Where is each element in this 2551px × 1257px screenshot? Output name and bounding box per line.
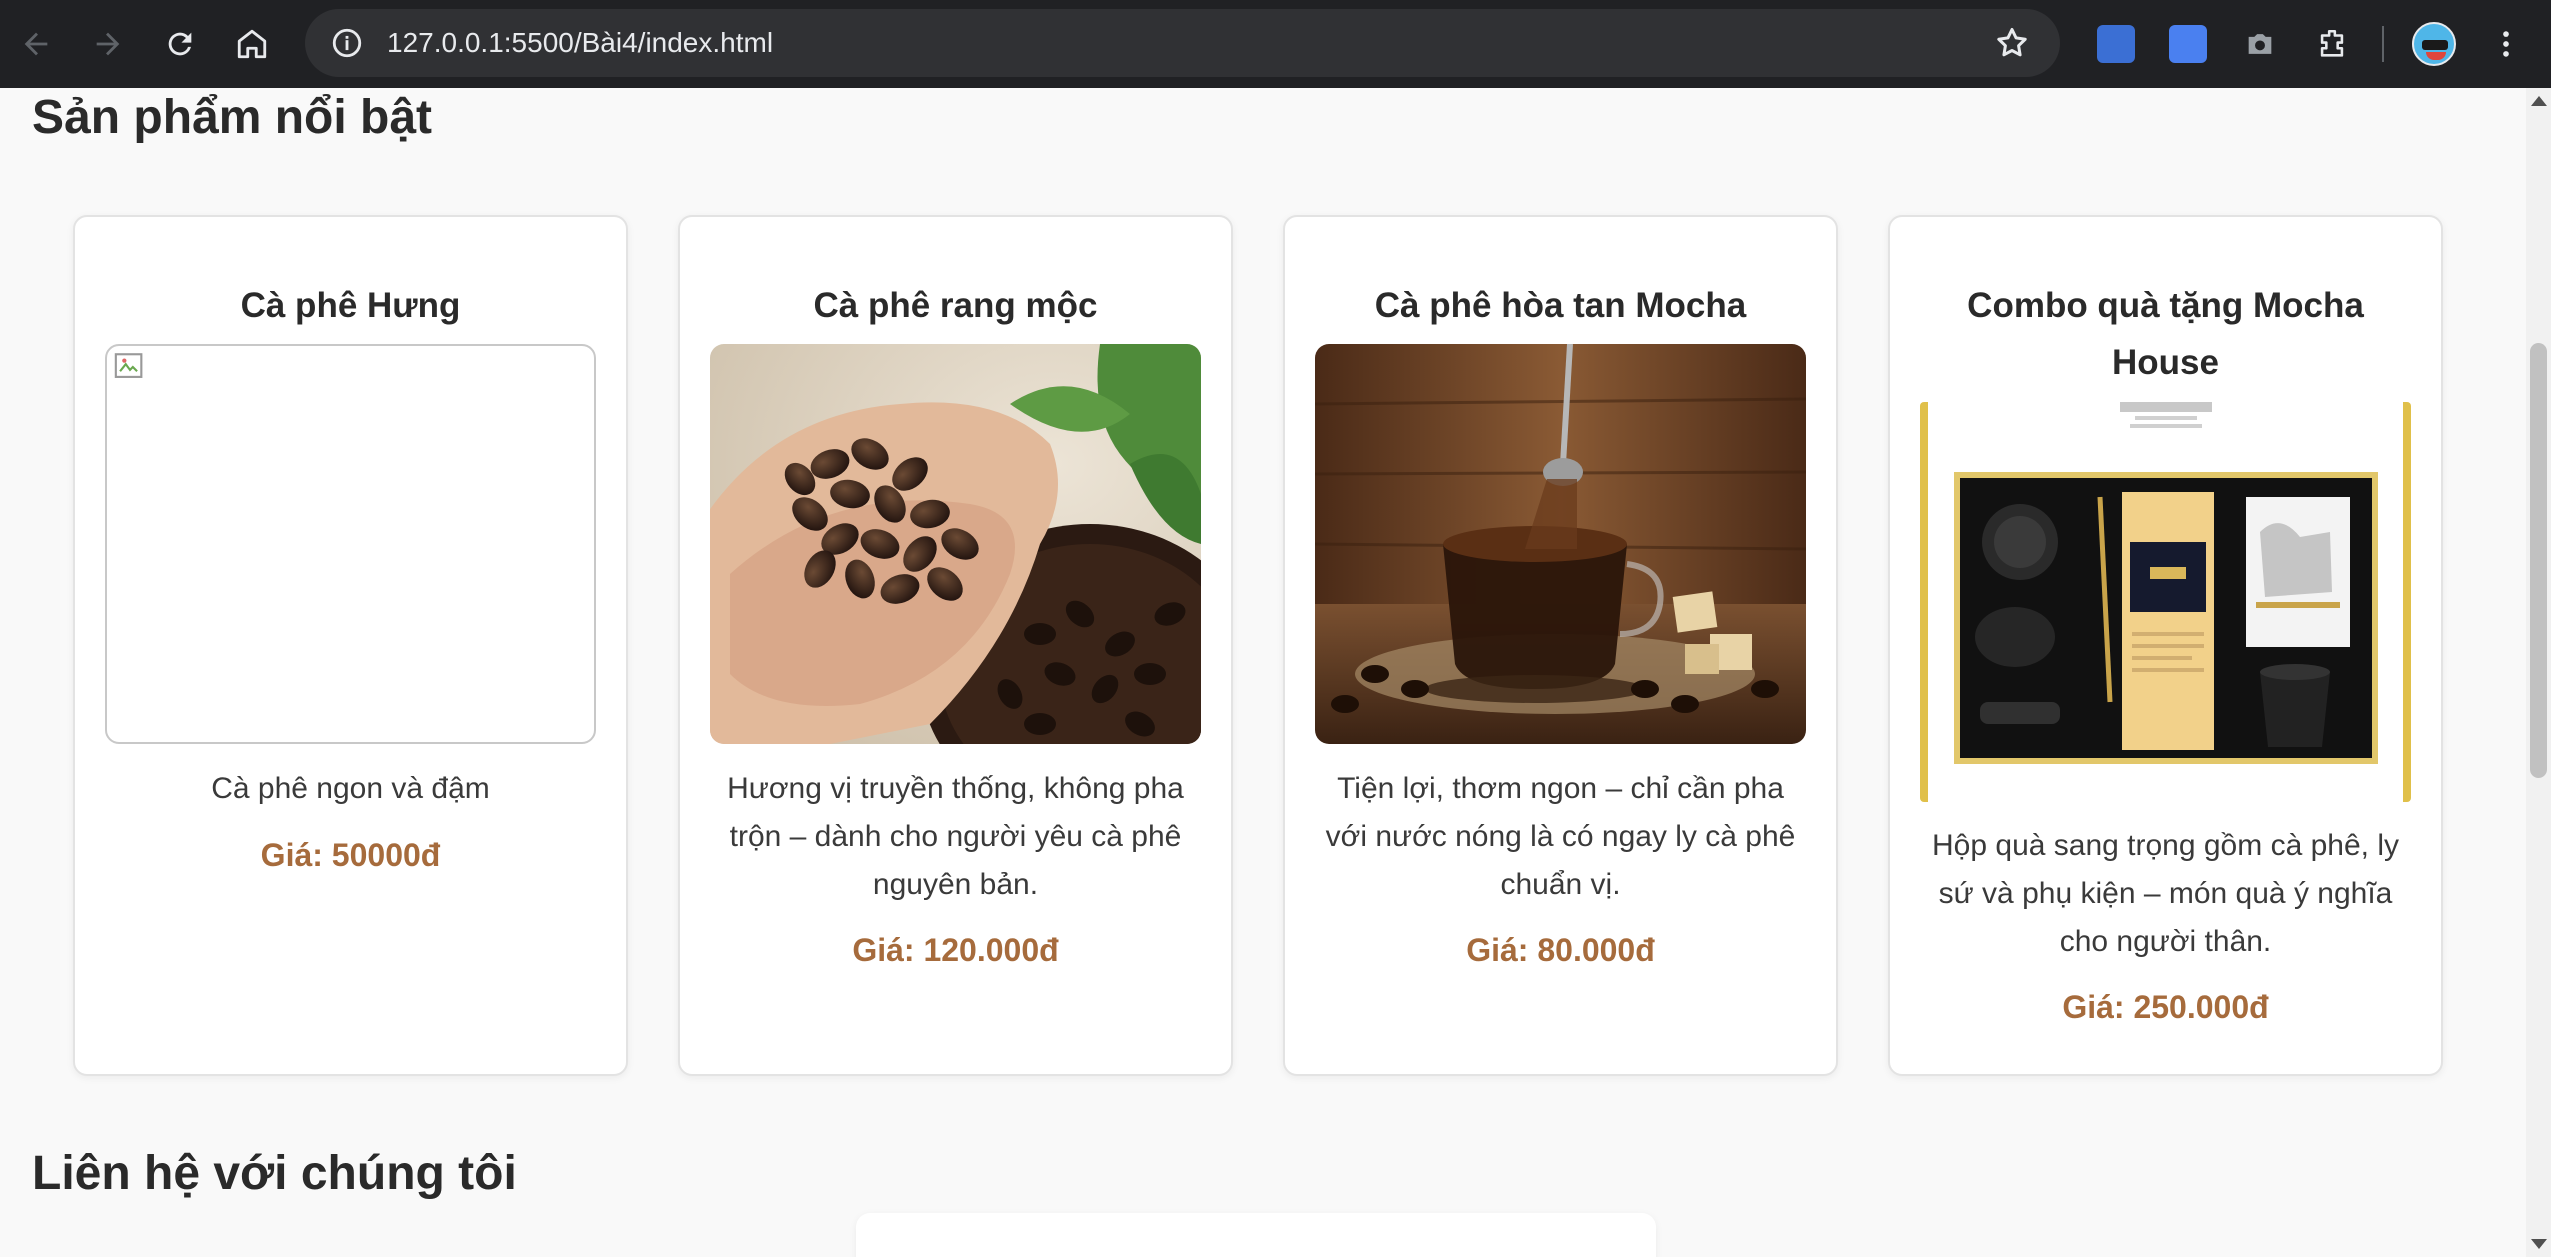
product-name: Cà phê rang mộc (813, 286, 1098, 325)
page-viewport: Sản phẩm nổi bật Cà phê Hưng Cà phê ngon… (0, 88, 2526, 1257)
browser-toolbar: 127.0.0.1:5500/Bài4/index.html (0, 0, 2551, 88)
profile-button[interactable] (2398, 8, 2470, 80)
url-text[interactable]: 127.0.0.1:5500/Bài4/index.html (387, 27, 773, 59)
extension-icon (2097, 25, 2135, 63)
extension-button[interactable] (2080, 8, 2152, 80)
broken-image-icon (114, 353, 143, 378)
product-image-instant-coffee (1315, 344, 1806, 744)
product-image-gift-box (1920, 402, 2411, 802)
broken-image (105, 344, 596, 744)
product-image-coffee-beans (710, 344, 1201, 744)
product-card: Cà phê hòa tan Mocha Tiện lợi, thơm ngon… (1283, 215, 1838, 1076)
menu-button[interactable] (2470, 8, 2542, 80)
product-description: Cà phê ngon và đậm (211, 772, 490, 805)
profile-avatar (2412, 22, 2456, 66)
extensions-menu-button[interactable] (2296, 8, 2368, 80)
coffee-beans-image (710, 344, 1201, 744)
translate-button[interactable] (2152, 8, 2224, 80)
home-button[interactable] (216, 8, 288, 80)
toolbar-divider (2382, 26, 2384, 62)
product-name: Cà phê Hưng (240, 286, 461, 325)
scroll-up-arrow-icon[interactable] (2531, 96, 2547, 106)
puzzle-icon (2320, 29, 2344, 57)
featured-products-heading: Sản phẩm nổi bật (32, 91, 433, 144)
product-description: Tiện lợi, thơm ngon – chỉ cần pha với nư… (1325, 772, 1796, 901)
page-scrollbar[interactable] (2526, 88, 2551, 1257)
home-icon (237, 29, 267, 59)
gift-box-image (1920, 402, 2411, 802)
camera-button[interactable] (2224, 8, 2296, 80)
product-price: Giá: 120.000đ (852, 932, 1059, 968)
product-name: Combo quà tặng Mocha House (1967, 286, 2364, 382)
bookmark-star-icon[interactable] (1994, 25, 2030, 61)
extensions-area (2080, 0, 2542, 88)
scroll-down-arrow-icon[interactable] (2531, 1239, 2547, 1249)
forward-icon (96, 32, 120, 56)
product-card: Cà phê Hưng Cà phê ngon và đậm Giá: 5000… (73, 215, 628, 1076)
product-price: Giá: 80.000đ (1466, 932, 1655, 968)
product-price: Giá: 50000đ (260, 837, 441, 873)
back-button[interactable] (0, 8, 72, 80)
instant-coffee-image (1315, 344, 1806, 744)
product-description: Hộp quà sang trọng gồm cà phê, ly sứ và … (1932, 829, 2399, 958)
forward-button[interactable] (72, 8, 144, 80)
camera-icon (2248, 34, 2272, 54)
menu-icon (2503, 31, 2509, 57)
contact-form-container (856, 1213, 1656, 1257)
address-bar[interactable]: 127.0.0.1:5500/Bài4/index.html (305, 9, 2060, 77)
site-info-icon[interactable] (327, 23, 367, 63)
product-card: Combo quà tặng Mocha House Hộp quà sang … (1888, 215, 2443, 1076)
back-icon (24, 32, 48, 56)
reload-icon (168, 32, 192, 56)
scrollbar-thumb[interactable] (2530, 343, 2547, 778)
translate-icon (2169, 25, 2207, 63)
product-card: Cà phê rang mộc Hương vị truyền thống, k… (678, 215, 1233, 1076)
product-description: Hương vị truyền thống, không pha trộn – … (727, 772, 1184, 901)
product-name: Cà phê hòa tan Mocha (1374, 286, 1747, 325)
product-price: Giá: 250.000đ (2062, 989, 2269, 1025)
reload-button[interactable] (144, 8, 216, 80)
contact-heading: Liên hệ với chúng tôi (32, 1147, 517, 1200)
